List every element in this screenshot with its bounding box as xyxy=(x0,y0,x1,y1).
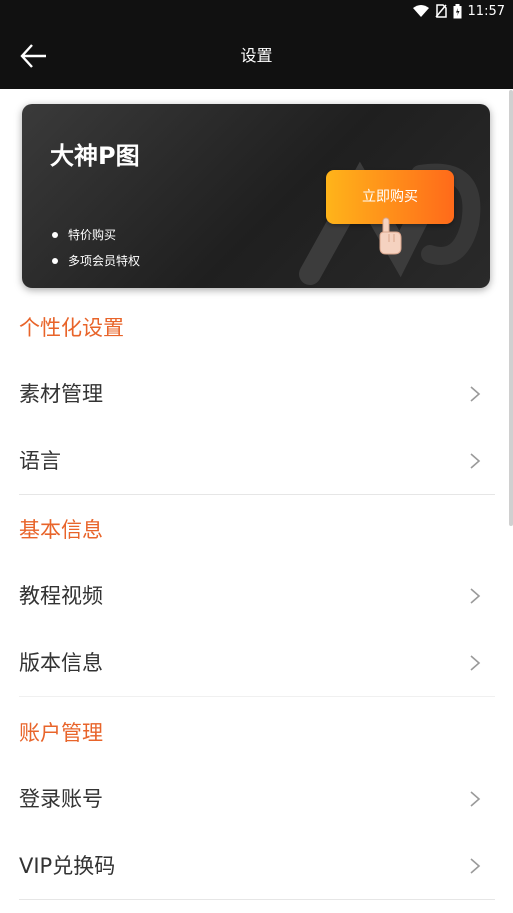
chevron-right-icon xyxy=(470,386,481,402)
perk-item: 特价购买 xyxy=(52,226,116,243)
menu-item-login-account[interactable]: 登录账号 xyxy=(19,771,495,827)
menu-item-tutorial-videos[interactable]: 教程视频 xyxy=(19,568,495,624)
banner-title: 大神P图 xyxy=(50,142,140,170)
battery-icon xyxy=(453,3,462,18)
menu-item-label: 教程视频 xyxy=(19,584,103,608)
back-button[interactable] xyxy=(18,40,50,72)
no-sim-icon xyxy=(434,4,447,18)
back-arrow-icon xyxy=(20,44,46,68)
menu-item-material-management[interactable]: 素材管理 xyxy=(19,366,495,422)
status-bar: 11:57 xyxy=(0,0,513,22)
wifi-icon xyxy=(412,5,429,17)
perk-label: 多项会员特权 xyxy=(68,254,141,268)
perk-item: 多项会员特权 xyxy=(52,252,140,269)
chevron-right-icon xyxy=(470,588,481,604)
perk-label: 特价购买 xyxy=(68,228,117,242)
chevron-right-icon xyxy=(470,453,481,469)
chevron-right-icon xyxy=(470,655,481,671)
app-bar: 设置 xyxy=(0,22,513,89)
menu-item-language[interactable]: 语言 xyxy=(19,433,495,489)
scrollbar[interactable] xyxy=(509,90,513,526)
pointing-hand-icon xyxy=(379,217,402,255)
bullet-dot xyxy=(52,257,58,264)
page-title: 设置 xyxy=(240,46,273,65)
section-divider xyxy=(19,696,495,697)
section-divider xyxy=(19,899,495,900)
menu-item-label: 登录账号 xyxy=(19,787,103,811)
section-header-basic-info: 基本信息 xyxy=(19,518,103,542)
menu-item-vip-redeem-code[interactable]: VIP兑换码 xyxy=(19,838,495,894)
menu-item-label: VIP兑换码 xyxy=(19,854,116,878)
section-divider xyxy=(19,494,495,495)
menu-item-label: 版本信息 xyxy=(19,651,103,675)
menu-item-label: 语言 xyxy=(19,449,61,473)
chevron-right-icon xyxy=(470,858,481,874)
membership-banner[interactable]: 大神P图 立即购买 特价购买 多项会员特权 xyxy=(22,104,490,288)
status-time: 11:57 xyxy=(467,3,505,19)
chevron-right-icon xyxy=(470,791,481,807)
menu-item-label: 素材管理 xyxy=(19,382,103,406)
menu-item-version-info[interactable]: 版本信息 xyxy=(19,635,495,691)
section-header-personalization: 个性化设置 xyxy=(19,316,124,340)
section-header-account: 账户管理 xyxy=(19,721,103,745)
bullet-dot xyxy=(52,231,58,238)
status-icons: 11:57 xyxy=(412,2,505,20)
